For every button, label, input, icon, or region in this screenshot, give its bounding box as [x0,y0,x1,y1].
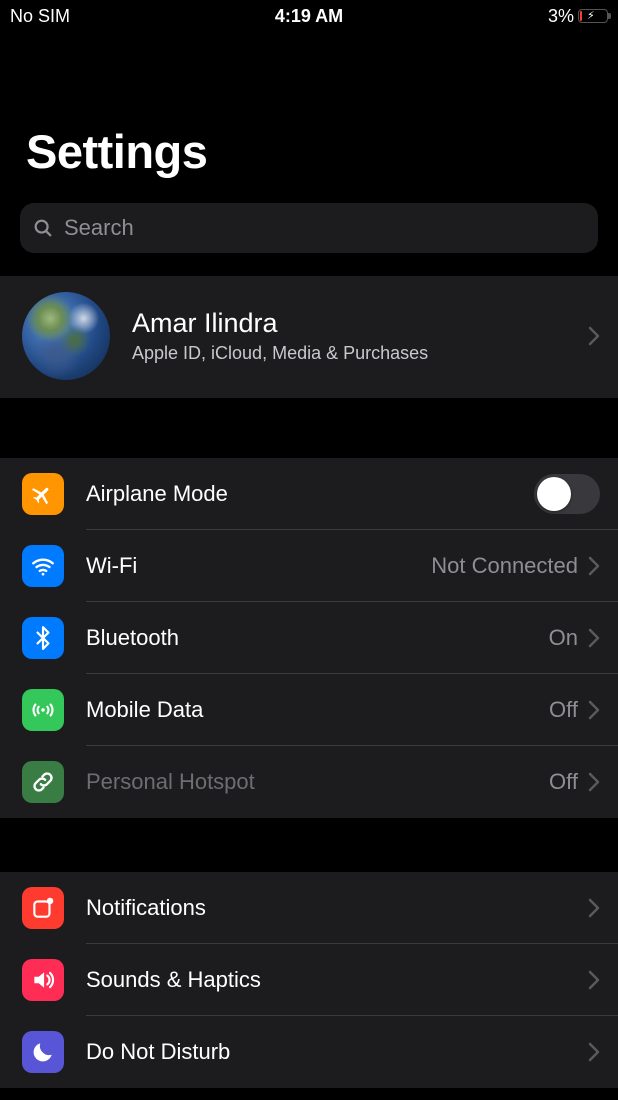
link-icon [22,761,64,803]
battery-icon: ⚡︎ [578,9,608,23]
row-notifications[interactable]: Notifications [0,872,618,944]
battery-percent: 3% [548,6,574,27]
row-mobile-data[interactable]: Mobile Data Off [0,674,618,746]
chevron-right-icon [588,556,600,576]
chevron-right-icon [588,1042,600,1062]
row-personal-hotspot[interactable]: Personal Hotspot Off [0,746,618,818]
chevron-right-icon [588,970,600,990]
search-icon [32,217,54,239]
row-label: Wi-Fi [86,553,431,579]
profile-avatar [22,292,110,380]
row-label: Sounds & Haptics [86,967,588,993]
notifications-icon [22,887,64,929]
chevron-right-icon [588,772,600,792]
antenna-icon [22,689,64,731]
search-field[interactable] [20,203,598,253]
status-carrier: No SIM [10,6,70,27]
moon-icon [22,1031,64,1073]
airplane-icon [22,473,64,515]
chevron-right-icon [588,898,600,918]
bluetooth-icon [22,617,64,659]
status-bar: No SIM 4:19 AM 3% ⚡︎ [0,0,618,32]
status-time: 4:19 AM [275,6,343,27]
speaker-icon [22,959,64,1001]
chevron-right-icon [588,326,600,346]
row-bluetooth[interactable]: Bluetooth On [0,602,618,674]
row-label: Do Not Disturb [86,1039,588,1065]
row-wifi[interactable]: Wi-Fi Not Connected [0,530,618,602]
row-do-not-disturb[interactable]: Do Not Disturb [0,1016,618,1088]
wifi-icon [22,545,64,587]
account-name: Amar Ilindra [132,308,566,339]
row-value: On [549,625,578,651]
row-airplane-mode[interactable]: Airplane Mode [0,458,618,530]
page-title: Settings [26,124,592,179]
account-subtitle: Apple ID, iCloud, Media & Purchases [132,343,566,364]
row-value: Not Connected [431,553,578,579]
row-label: Airplane Mode [86,481,534,507]
apple-id-row[interactable]: Amar Ilindra Apple ID, iCloud, Media & P… [0,276,618,398]
airplane-mode-toggle[interactable] [534,474,600,514]
chevron-right-icon [588,628,600,648]
search-input[interactable] [64,215,586,241]
status-right: 3% ⚡︎ [548,6,608,27]
row-label: Personal Hotspot [86,769,549,795]
chevron-right-icon [588,700,600,720]
row-sounds-haptics[interactable]: Sounds & Haptics [0,944,618,1016]
row-value: Off [549,697,578,723]
row-label: Notifications [86,895,588,921]
row-value: Off [549,769,578,795]
row-label: Bluetooth [86,625,549,651]
row-label: Mobile Data [86,697,549,723]
